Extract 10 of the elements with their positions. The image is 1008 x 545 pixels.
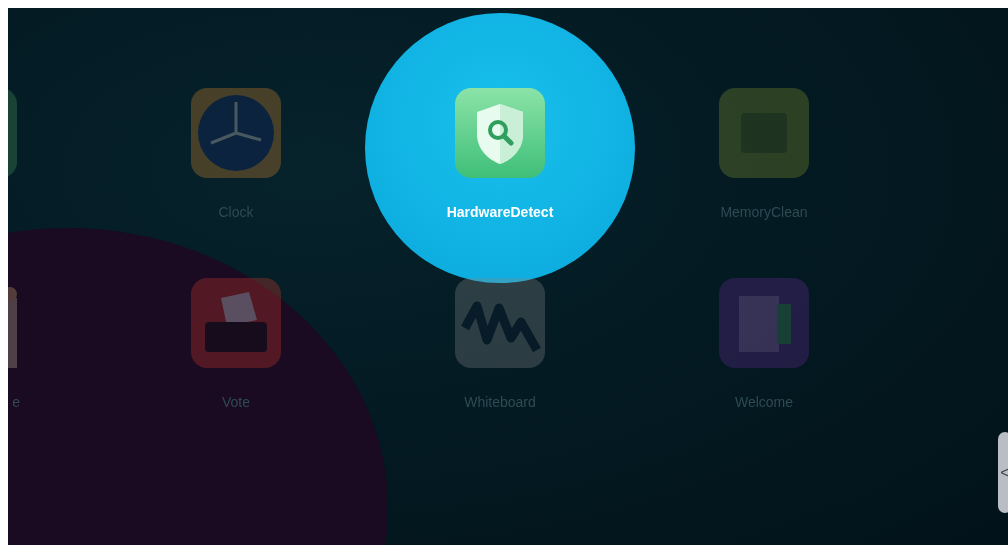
door-icon[interactable] [719,278,809,368]
app-label: HardwareDetect [446,204,554,222]
side-panel-handle[interactable]: < [998,432,1008,513]
app-label: Vote [222,394,250,412]
ballot-box-icon[interactable] [191,278,281,368]
memory-chip-icon[interactable] [719,88,809,178]
shield-search-icon[interactable] [455,88,545,178]
squiggle-icon[interactable] [455,278,545,368]
app-label: e [12,394,20,412]
clock-icon[interactable] [191,88,281,178]
